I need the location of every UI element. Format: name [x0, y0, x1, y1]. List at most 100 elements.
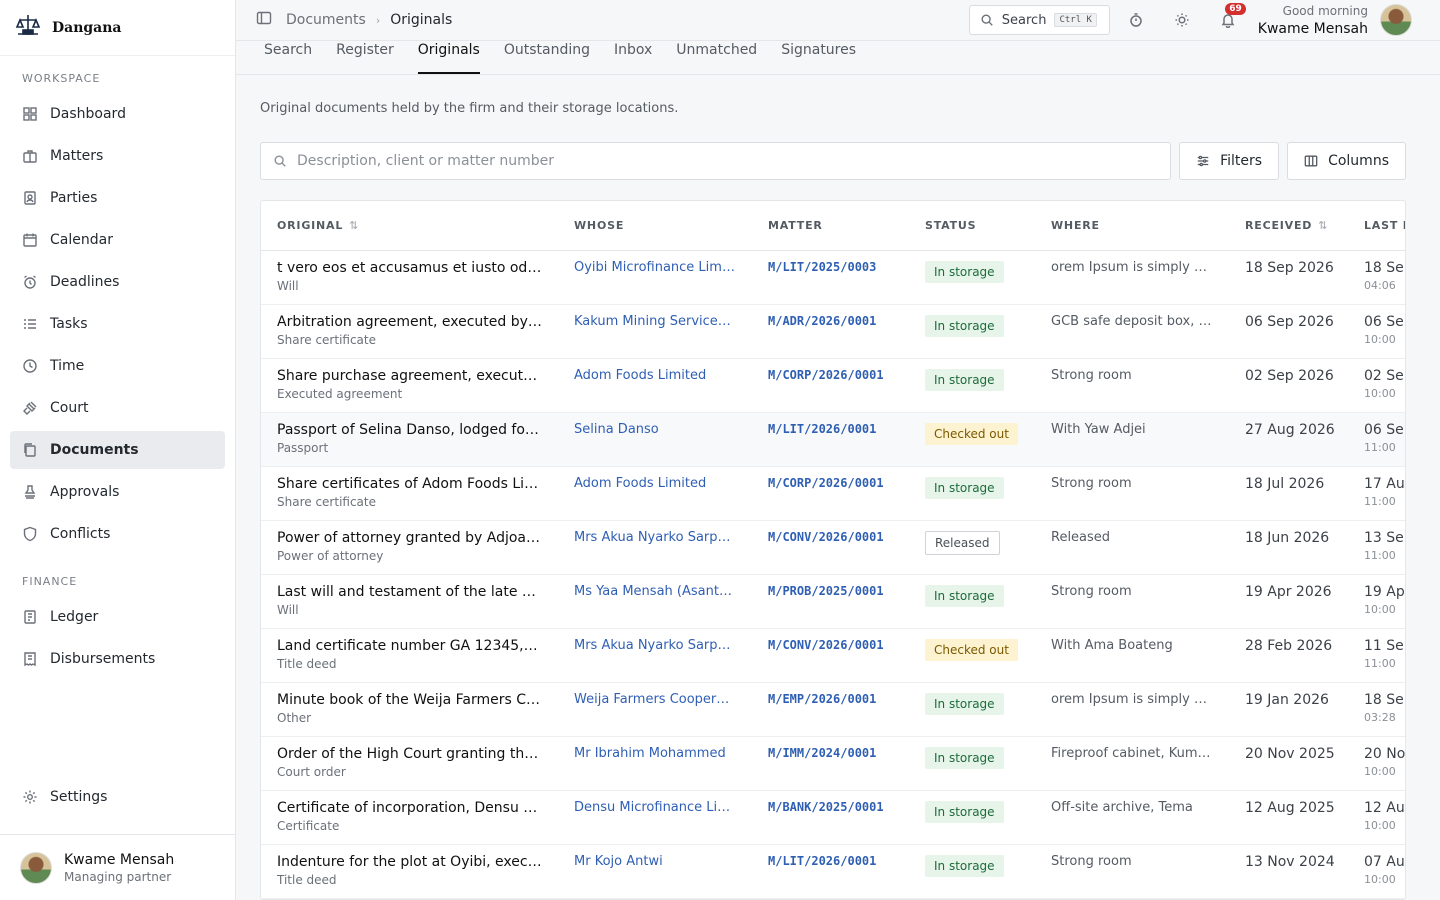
brand[interactable]: Dangana: [0, 0, 235, 56]
matter-link[interactable]: M/BANK/2025/0001: [768, 800, 893, 814]
original-title[interactable]: Minute book of the Weija Farmers Coopera…: [277, 692, 542, 708]
theme-toggle-button[interactable]: [1162, 0, 1202, 40]
table-row[interactable]: t vero eos et accusamus et iusto odio di…: [261, 250, 1405, 305]
sidebar-item-settings[interactable]: Settings: [10, 778, 225, 816]
matter-link[interactable]: M/ADR/2026/0001: [768, 314, 893, 328]
tab-signatures[interactable]: Signatures: [781, 42, 856, 74]
sidebar-item-conflicts[interactable]: Conflicts: [10, 515, 225, 553]
table-row[interactable]: Order of the High Court granting the app…: [261, 736, 1405, 791]
original-title[interactable]: Indenture for the plot at Oyibi, execute…: [277, 854, 542, 870]
table-row[interactable]: Minute book of the Weija Farmers Coopera…: [261, 682, 1405, 737]
tab-outstanding[interactable]: Outstanding: [504, 42, 590, 74]
sidebar-profile[interactable]: Kwame Mensah Managing partner: [0, 834, 235, 900]
global-search-button[interactable]: Search Ctrl K: [968, 5, 1110, 35]
sidebar-item-disbursements[interactable]: Disbursements: [10, 640, 225, 678]
client-link[interactable]: Densu Microfinance Limited: [574, 800, 736, 815]
filter-search-input[interactable]: [297, 152, 1159, 169]
received-date: 20 Nov 2025: [1245, 746, 1335, 762]
breadcrumb-documents[interactable]: Documents: [286, 12, 366, 28]
matter-link[interactable]: M/CONV/2026/0001: [768, 530, 893, 544]
sidebar-item-court[interactable]: Court: [10, 389, 225, 427]
sort-icon[interactable]: ⇅: [1318, 219, 1328, 232]
cell-whose: Weija Farmers Cooperative Society: [558, 682, 752, 737]
matter-link[interactable]: M/IMM/2024/0001: [768, 746, 893, 760]
cell-status: In storage: [909, 466, 1035, 521]
matter-link[interactable]: M/CORP/2026/0001: [768, 476, 893, 490]
tab-unmatched[interactable]: Unmatched: [676, 42, 757, 74]
original-title[interactable]: Land certificate number GA 12345, Sakumo…: [277, 638, 542, 654]
sidebar-nav: WORKSPACE Dashboard Matters Parties Calenda…: [0, 56, 235, 778]
tab-inbox[interactable]: Inbox: [614, 42, 652, 74]
client-link[interactable]: Ms Yaa Mensah (Asantewaa): [574, 584, 736, 599]
table-row[interactable]: Arbitration agreement, executed by both …: [261, 304, 1405, 359]
cell-status: Released: [909, 520, 1035, 575]
sidebar-item-approvals[interactable]: Approvals: [10, 473, 225, 511]
matter-link[interactable]: M/PROB/2025/0001: [768, 584, 893, 598]
client-link[interactable]: Kakum Mining Services Limited: [574, 314, 736, 329]
cell-received: 27 Aug 2026: [1229, 412, 1348, 467]
client-link[interactable]: Mr Kojo Antwi: [574, 854, 736, 869]
client-link[interactable]: Mr Ibrahim Mohammed: [574, 746, 736, 761]
original-title[interactable]: Share certificates of Adom Foods Limited: [277, 476, 542, 492]
client-link[interactable]: Adom Foods Limited: [574, 476, 736, 491]
original-title[interactable]: Certificate of incorporation, Densu Micr…: [277, 800, 542, 816]
last-moved-date: 06 Sep 2026: [1364, 422, 1405, 438]
sidebar-item-calendar[interactable]: Calendar: [10, 221, 225, 259]
column-header-original[interactable]: ORIGINAL ⇅: [261, 200, 558, 251]
table-row[interactable]: Share purchase agreement, executed by th…: [261, 358, 1405, 413]
last-moved-date: 19 Apr 2026: [1364, 584, 1405, 600]
tab-register[interactable]: Register: [336, 42, 394, 74]
client-link[interactable]: Adom Foods Limited: [574, 368, 736, 383]
client-link[interactable]: Selina Danso: [574, 422, 736, 437]
original-title[interactable]: Share purchase agreement, executed by th…: [277, 368, 542, 384]
table-row[interactable]: Land certificate number GA 12345, Sakumo…: [261, 628, 1405, 683]
sidebar-item-parties[interactable]: Parties: [10, 179, 225, 217]
original-title[interactable]: Passport of Selina Danso, lodged for the…: [277, 422, 542, 438]
client-link[interactable]: Mrs Akua Nyarko Sarpong: [574, 530, 736, 545]
sidebar-item-tasks[interactable]: Tasks: [10, 305, 225, 343]
table-row[interactable]: Indenture for the plot at Oyibi, execute…: [261, 844, 1405, 899]
table-row[interactable]: Certificate of incorporation, Densu Micr…: [261, 790, 1405, 845]
filters-button[interactable]: Filters: [1179, 141, 1280, 180]
tab-search[interactable]: Search: [264, 42, 312, 74]
sort-icon[interactable]: ⇅: [349, 219, 359, 232]
cell-original: Share certificates of Adom Foods Limited…: [261, 466, 558, 521]
column-header-received[interactable]: RECEIVED ⇅: [1229, 200, 1348, 251]
client-link[interactable]: Weija Farmers Cooperative Society: [574, 692, 736, 707]
status-badge: In storage: [925, 261, 1004, 283]
timer-button[interactable]: [1116, 0, 1156, 40]
sidebar-toggle-icon[interactable]: [256, 10, 272, 30]
original-title[interactable]: Arbitration agreement, executed by both …: [277, 314, 542, 330]
client-link[interactable]: Mrs Akua Nyarko Sarpong: [574, 638, 736, 653]
sidebar-item-time[interactable]: Time: [10, 347, 225, 385]
notifications-button[interactable]: 69: [1208, 0, 1248, 40]
matter-link[interactable]: M/LIT/2025/0003: [768, 260, 893, 274]
sidebar-item-matters[interactable]: Matters: [10, 137, 225, 175]
sidebar-item-ledger[interactable]: Ledger: [10, 598, 225, 636]
matter-link[interactable]: M/CONV/2026/0001: [768, 638, 893, 652]
table-row[interactable]: Last will and testament of the late Kwes…: [261, 574, 1405, 629]
column-header-last-moved: LAST MOVED: [1348, 200, 1405, 251]
gavel-icon: [23, 401, 37, 415]
matter-link[interactable]: M/CORP/2026/0001: [768, 368, 893, 382]
tab-originals[interactable]: Originals: [417, 42, 480, 74]
sidebar-item-documents[interactable]: Documents: [10, 431, 225, 469]
original-title[interactable]: Last will and testament of the late Kwes…: [277, 584, 542, 600]
original-type: Power of attorney: [277, 549, 384, 563]
table-row[interactable]: Passport of Selina Danso, lodged for the…: [261, 412, 1405, 467]
table-row[interactable]: Power of attorney granted by Adjoa Frimp…: [261, 520, 1405, 575]
original-title[interactable]: Order of the High Court granting the app…: [277, 746, 542, 762]
original-title[interactable]: t vero eos et accusamus et iusto odio di…: [277, 260, 542, 276]
original-title[interactable]: Power of attorney granted by Adjoa Frimp…: [277, 530, 542, 546]
matter-link[interactable]: M/EMP/2026/0001: [768, 692, 893, 706]
user-avatar[interactable]: [1380, 4, 1412, 36]
matter-link[interactable]: M/LIT/2026/0001: [768, 854, 893, 868]
sidebar-item-dashboard[interactable]: Dashboard: [10, 95, 225, 133]
matter-link[interactable]: M/LIT/2026/0001: [768, 422, 893, 436]
client-link[interactable]: Oyibi Microfinance Limited: [574, 260, 736, 275]
status-badge: In storage: [925, 477, 1004, 499]
columns-button[interactable]: Columns: [1287, 141, 1406, 180]
original-type: Certificate: [277, 819, 340, 833]
table-row[interactable]: Share certificates of Adom Foods Limited…: [261, 466, 1405, 521]
sidebar-item-deadlines[interactable]: Deadlines: [10, 263, 225, 301]
